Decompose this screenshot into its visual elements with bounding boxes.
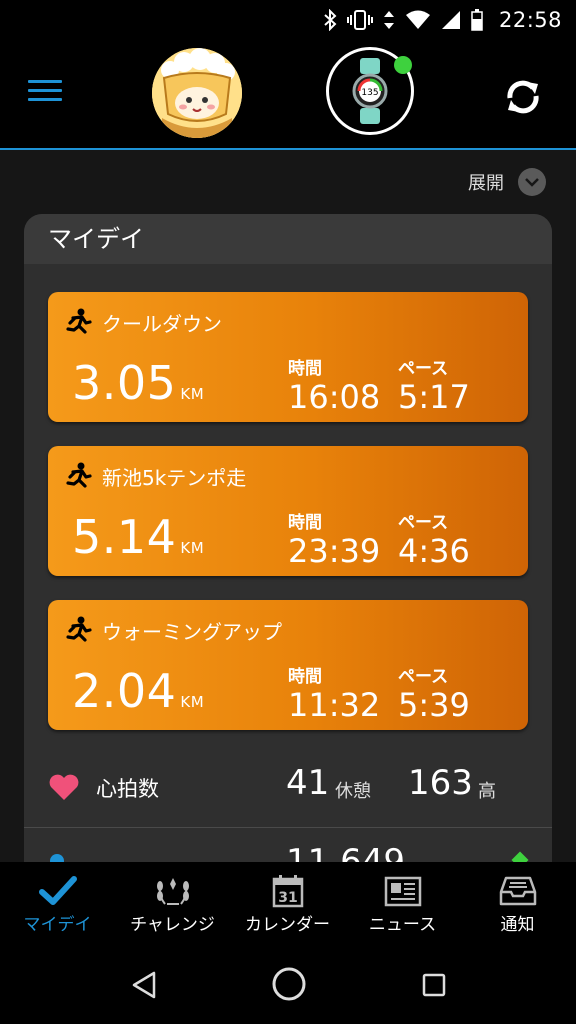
tab-challenges[interactable]: チャレンジ	[115, 862, 230, 946]
time-label: 時間	[288, 513, 322, 533]
calendar-icon: 31	[272, 875, 303, 908]
running-icon	[66, 616, 92, 642]
vibrate-icon	[346, 10, 373, 30]
expand-toggle[interactable]: 展開	[468, 168, 546, 196]
distance-unit: KM	[180, 539, 205, 557]
row-divider	[24, 827, 552, 828]
time-label: 時間	[288, 667, 322, 687]
heart-rate-row[interactable]: 心拍数 41 休憩 163 高	[24, 745, 552, 825]
check-icon	[38, 876, 77, 905]
running-icon	[66, 462, 92, 488]
activity-distance: 3.05 KM	[72, 356, 204, 410]
chevron-down-icon	[518, 168, 546, 196]
menu-button[interactable]	[24, 76, 64, 112]
resting-hr-label: 休憩	[335, 781, 371, 802]
pace-value: 4:36	[398, 532, 470, 570]
data-arrows-icon	[383, 11, 394, 29]
activity-title: 新池5kテンポ走	[102, 466, 247, 490]
news-icon	[384, 876, 421, 907]
steps-icon	[50, 854, 64, 862]
profile-avatar[interactable]	[152, 48, 242, 138]
tab-label: ニュース	[368, 915, 437, 935]
sync-icon	[507, 80, 539, 114]
activity-title: ウォーミングアップ	[102, 620, 282, 644]
heart-icon	[49, 774, 79, 800]
distance-value: 2.04	[72, 664, 177, 718]
high-hr-label: 高	[478, 781, 496, 802]
activity-card[interactable]: クールダウン 3.05 KM 時間 16:08 ペース 5:17	[48, 292, 528, 422]
running-icon	[66, 308, 92, 334]
activity-title: クールダウン	[102, 312, 222, 336]
tab-notifications[interactable]: 通知	[460, 862, 575, 946]
activity-distance: 2.04 KM	[72, 664, 204, 718]
bluetooth-icon	[324, 9, 337, 31]
laurel-icon	[156, 878, 189, 905]
card-title: マイデイ	[24, 214, 552, 264]
status-clock: 22:58	[498, 8, 562, 32]
pace-value: 5:39	[398, 686, 470, 724]
tab-calendar[interactable]: 31 カレンダー	[230, 862, 345, 946]
sync-button[interactable]	[500, 74, 546, 120]
my-day-card: マイデイ クールダウン 3.05 KM 時間 16:08 ペース 5:17 新池5…	[24, 214, 552, 862]
home-icon[interactable]	[271, 966, 307, 1002]
battery-icon	[471, 9, 483, 31]
activity-distance: 5.14 KM	[72, 510, 204, 564]
device-connected-dot	[394, 56, 412, 74]
tab-news[interactable]: ニュース	[345, 862, 460, 946]
tab-label: 通知	[500, 915, 535, 935]
tab-label: チャレンジ	[130, 915, 215, 935]
calendar-day-text: 31	[278, 890, 297, 906]
pace-label: ペース	[398, 359, 449, 379]
time-value: 11:32	[288, 686, 381, 724]
time-label: 時間	[288, 359, 322, 379]
resting-hr-value: 41	[286, 763, 330, 803]
bottom-tab-bar: マイデイ チャレンジ 31 カレンダー ニュース 通知	[0, 862, 576, 946]
wifi-icon	[405, 10, 430, 29]
distance-value: 5.14	[72, 510, 177, 564]
system-nav-bar	[0, 946, 576, 1024]
tab-label: マイデイ	[23, 915, 92, 935]
steps-value: 11,649	[286, 842, 405, 862]
time-value: 23:39	[288, 532, 381, 570]
tab-my-day[interactable]: マイデイ	[0, 862, 115, 946]
heart-rate-label: 心拍数	[96, 777, 159, 801]
goal-icon	[511, 851, 529, 862]
distance-unit: KM	[180, 385, 205, 403]
app-bar: 135	[0, 40, 576, 148]
distance-unit: KM	[180, 693, 205, 711]
watch-face-text: 135	[361, 88, 378, 98]
pace-value: 5:17	[398, 378, 470, 416]
back-icon[interactable]	[128, 968, 162, 1002]
inbox-icon	[499, 876, 536, 906]
high-hr-value: 163	[408, 763, 473, 803]
pace-label: ペース	[398, 513, 449, 533]
activity-card[interactable]: ウォーミングアップ 2.04 KM 時間 11:32 ペース 5:39	[48, 600, 528, 730]
pace-label: ペース	[398, 667, 449, 687]
tab-label: カレンダー	[245, 915, 330, 935]
hamburger-icon	[24, 80, 64, 101]
distance-value: 3.05	[72, 356, 177, 410]
activity-card[interactable]: 新池5kテンポ走 5.14 KM 時間 23:39 ペース 4:36	[48, 446, 528, 576]
expand-label: 展開	[468, 173, 504, 194]
recents-icon[interactable]	[417, 968, 451, 1002]
status-bar: 22:58	[0, 0, 576, 40]
cellular-icon	[441, 11, 460, 29]
time-value: 16:08	[288, 378, 381, 416]
main-content: 展開 マイデイ クールダウン 3.05 KM 時間 16:08 ペース 5:17 …	[0, 150, 576, 862]
